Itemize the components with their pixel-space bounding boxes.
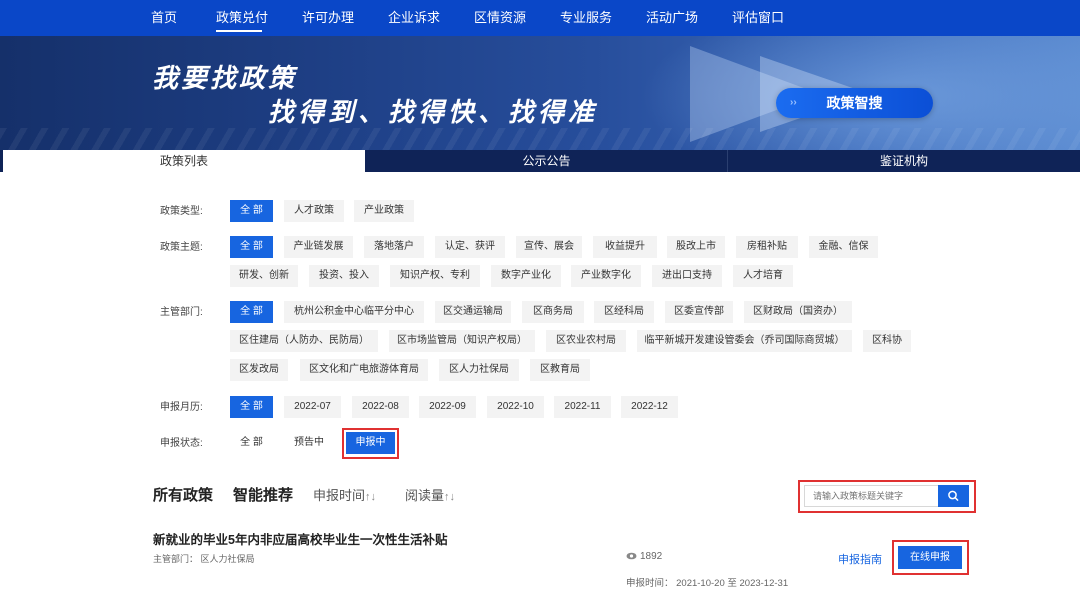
theme-option[interactable]: 人才培育 xyxy=(733,265,793,287)
theme-option[interactable]: 落地落户 xyxy=(364,236,424,258)
double-chevron-icon: ›› xyxy=(790,97,797,108)
dept-option[interactable]: 区委宣传部 xyxy=(665,301,733,323)
status-option-upcoming[interactable]: 预告中 xyxy=(284,432,334,454)
theme-option[interactable]: 宣传、展会 xyxy=(516,236,582,258)
nav-item-events[interactable]: 活动广场 xyxy=(646,0,698,36)
sort-all-policies[interactable]: 所有政策 xyxy=(153,486,213,506)
nav-item-home[interactable]: 首页 xyxy=(151,0,177,36)
eye-icon xyxy=(626,553,637,560)
month-option[interactable]: 2022-11 xyxy=(554,396,611,418)
theme-option[interactable]: 投资、投入 xyxy=(309,265,379,287)
policy-date-range: 申报时间： 2021-10-20 至 2023-12-31 xyxy=(626,578,789,589)
content-tabs: 政策列表 公示公告 鉴证机构 xyxy=(0,150,1080,172)
banner-slogan-line2: 找得到、找得快、找得准 xyxy=(268,97,599,127)
theme-option[interactable]: 进出口支持 xyxy=(652,265,722,287)
tab-policy-list[interactable]: 政策列表 xyxy=(3,150,365,172)
theme-option[interactable]: 收益提升 xyxy=(593,236,657,258)
theme-option[interactable]: 股改上市 xyxy=(667,236,725,258)
filter-label-month: 申报月历: xyxy=(160,402,203,413)
nav-item-appeal[interactable]: 企业诉求 xyxy=(388,0,440,36)
type-option[interactable]: 人才政策 xyxy=(284,200,344,222)
month-option[interactable]: 2022-10 xyxy=(487,396,544,418)
sort-by-time[interactable]: 申报时间↑↓ xyxy=(313,486,376,506)
theme-option[interactable]: 金融、信保 xyxy=(809,236,878,258)
sort-arrows-icon: ↑↓ xyxy=(365,491,377,503)
type-option-all[interactable]: 全 部 xyxy=(230,200,273,222)
nav-item-resources[interactable]: 区情资源 xyxy=(474,0,526,36)
top-navigation: 首页 政策兑付 许可办理 企业诉求 区情资源 专业服务 活动广场 评估窗口 xyxy=(0,0,1080,36)
sort-smart-recommend[interactable]: 智能推荐 xyxy=(233,486,293,506)
status-option-all[interactable]: 全 部 xyxy=(230,432,273,454)
theme-option[interactable]: 产业数字化 xyxy=(571,265,641,287)
dept-option[interactable]: 区科协 xyxy=(863,330,911,352)
filter-label-theme: 政策主题: xyxy=(160,242,203,253)
filter-label-status: 申报状态: xyxy=(160,438,203,449)
highlight-box xyxy=(798,480,976,513)
policy-smart-search-button[interactable]: ›› 政策智搜 xyxy=(776,88,933,118)
dept-option[interactable]: 区人力社保局 xyxy=(439,359,519,381)
nav-item-license[interactable]: 许可办理 xyxy=(302,0,354,36)
dept-option[interactable]: 区农业农村局 xyxy=(546,330,626,352)
tab-certification-agencies[interactable]: 鉴证机构 xyxy=(728,150,1080,172)
dept-option[interactable]: 区市场监管局（知识产权局） xyxy=(389,330,535,352)
theme-option[interactable]: 认定、获评 xyxy=(435,236,505,258)
tab-announcements[interactable]: 公示公告 xyxy=(366,150,727,172)
dept-option[interactable]: 区交通运输局 xyxy=(435,301,511,323)
nav-item-policy[interactable]: 政策兑付 xyxy=(216,0,268,36)
month-option[interactable]: 2022-08 xyxy=(352,396,409,418)
dept-option[interactable]: 区住建局（人防办、民防局） xyxy=(230,330,378,352)
sort-by-views-label: 阅读量 xyxy=(405,488,445,503)
dept-option[interactable]: 杭州公积金中心临平分中心 xyxy=(284,301,424,323)
month-option[interactable]: 2022-07 xyxy=(284,396,341,418)
policy-dept: 主管部门： 区人力社保局 xyxy=(153,554,255,564)
dept-option[interactable]: 区商务局 xyxy=(522,301,584,323)
filter-label-dept: 主管部门: xyxy=(160,307,203,318)
dept-option-all[interactable]: 全 部 xyxy=(230,301,273,323)
dept-option[interactable]: 区发改局 xyxy=(230,359,288,381)
filter-label-type: 政策类型: xyxy=(160,206,203,217)
month-option-all[interactable]: 全 部 xyxy=(230,396,273,418)
dept-option[interactable]: 区文化和广电旅游体育局 xyxy=(300,359,428,381)
sort-by-views[interactable]: 阅读量↑↓ xyxy=(405,486,455,506)
dept-option[interactable]: 临平新城开发建设管委会（乔司国际商贸城） xyxy=(637,330,852,352)
month-option[interactable]: 2022-12 xyxy=(621,396,678,418)
banner: 我要找政策 找得到、找得快、找得准 ›› 政策智搜 xyxy=(0,36,1080,150)
sort-by-time-label: 申报时间 xyxy=(313,488,366,503)
banner-slogan-line1: 我要找政策 xyxy=(152,63,298,93)
theme-option[interactable]: 房租补贴 xyxy=(736,236,798,258)
banner-stripes xyxy=(0,128,1080,150)
dept-option[interactable]: 区经科局 xyxy=(594,301,654,323)
dept-option[interactable]: 区教育局 xyxy=(530,359,590,381)
policy-title[interactable]: 新就业的毕业5年内非应届高校毕业生一次性生活补贴 xyxy=(153,529,447,548)
policy-views-count: 1892 xyxy=(640,551,663,562)
nav-item-evaluation[interactable]: 评估窗口 xyxy=(732,0,784,36)
dept-option[interactable]: 区财政局（国资办） xyxy=(744,301,852,323)
month-option[interactable]: 2022-09 xyxy=(419,396,476,418)
theme-option[interactable]: 研发、创新 xyxy=(230,265,298,287)
highlight-box xyxy=(342,428,399,459)
application-guide-link[interactable]: 申报指南 xyxy=(838,551,882,567)
theme-option[interactable]: 产业链发展 xyxy=(284,236,353,258)
highlight-box xyxy=(892,540,969,575)
type-option[interactable]: 产业政策 xyxy=(354,200,414,222)
theme-option[interactable]: 知识产权、专利 xyxy=(390,265,480,287)
sort-arrows-icon: ↑↓ xyxy=(444,491,456,503)
theme-option-all[interactable]: 全 部 xyxy=(230,236,273,258)
policy-smart-search-label: 政策智搜 xyxy=(826,95,883,111)
policy-views: 1892 xyxy=(626,551,662,562)
nav-item-services[interactable]: 专业服务 xyxy=(560,0,612,36)
theme-option[interactable]: 数字产业化 xyxy=(491,265,561,287)
